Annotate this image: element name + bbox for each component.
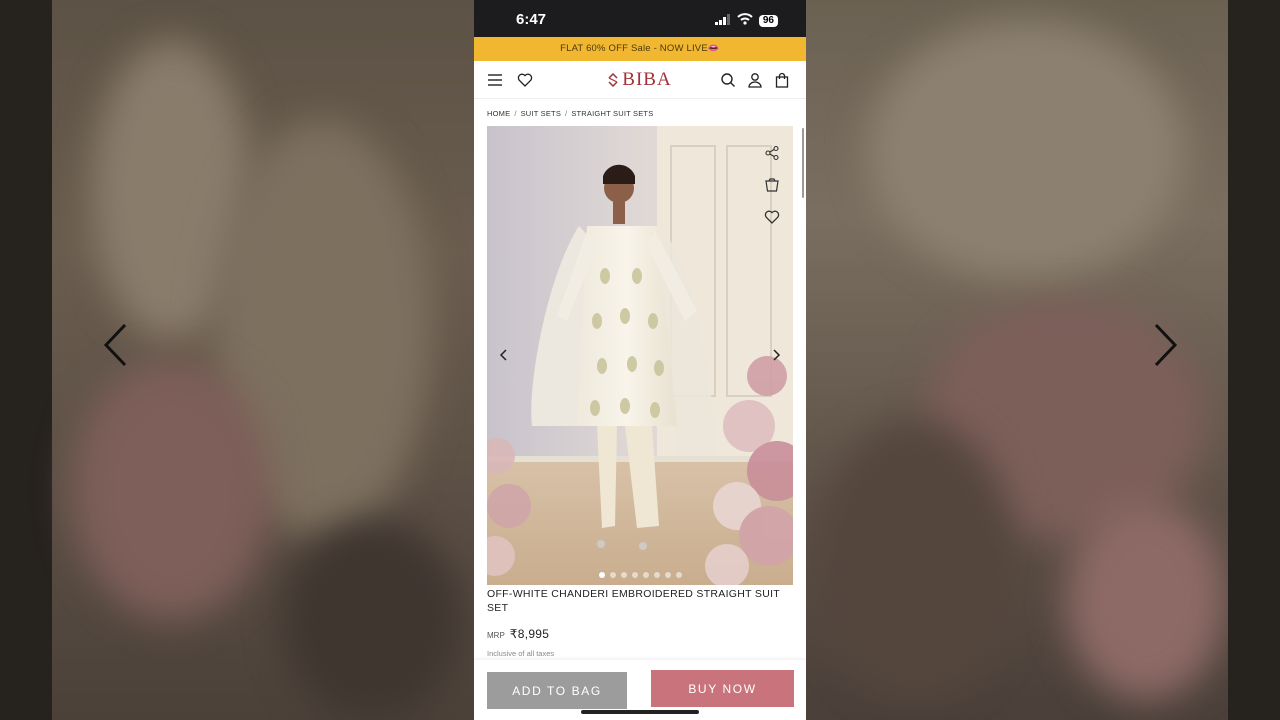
action-bar: ADD TO BAG BUY NOW [474, 660, 806, 720]
carousel-dot[interactable] [631, 572, 638, 578]
user-icon[interactable] [746, 71, 763, 88]
carousel-dot[interactable] [642, 572, 649, 578]
tax-note: Inclusive of all taxes [487, 649, 555, 658]
wardrobe-icon[interactable] [763, 176, 781, 194]
breadcrumb-separator: / [565, 109, 568, 118]
product-price: ₹8,995 [509, 627, 550, 641]
signal-icon [714, 12, 731, 30]
share-icon[interactable] [763, 144, 781, 162]
phone-screen: 6:47 96 FLAT 60% OFF Sale - NOW LIVE👄 BI… [474, 0, 806, 720]
carousel-dot[interactable] [653, 572, 660, 578]
bag-icon[interactable] [773, 71, 790, 88]
promo-banner[interactable]: FLAT 60% OFF Sale - NOW LIVE👄 [474, 37, 806, 61]
carousel-dot[interactable] [609, 572, 616, 578]
scroll-indicator[interactable] [802, 128, 804, 198]
breadcrumb-home[interactable]: HOME [487, 109, 510, 125]
menu-icon[interactable] [486, 71, 503, 88]
search-icon[interactable] [719, 71, 736, 88]
chevron-left-icon[interactable] [497, 348, 511, 362]
product-photo [487, 126, 793, 585]
brand-logo[interactable]: BIBA [608, 69, 671, 91]
product-title: OFF-WHITE CHANDERI EMBROIDERED STRAIGHT … [487, 588, 780, 614]
price-row: MRP ₹8,995 [487, 627, 549, 641]
carousel-dot[interactable] [598, 572, 605, 578]
background-edge-left [0, 0, 52, 720]
status-time: 6:47 [516, 11, 547, 28]
brand-mark-icon [608, 73, 618, 87]
mrp-label: MRP [487, 631, 505, 640]
breadcrumb: HOME / SUIT SETS / STRAIGHT SUIT SETS [474, 99, 806, 125]
product-image-carousel[interactable] [487, 126, 793, 585]
status-icons: 96 [714, 12, 778, 30]
heart-icon[interactable] [516, 71, 533, 88]
breadcrumb-suit-sets[interactable]: SUIT SETS [521, 109, 561, 125]
chevron-right-icon[interactable] [769, 348, 783, 362]
background-edge-right [1228, 0, 1280, 720]
chevron-left-icon [102, 322, 128, 368]
carousel-dots [487, 572, 793, 578]
site-header: BIBA [474, 61, 806, 99]
brand-name: BIBA [622, 69, 672, 90]
carousel-dot[interactable] [620, 572, 627, 578]
breadcrumb-separator: / [514, 109, 517, 118]
carousel-dot[interactable] [664, 572, 671, 578]
battery-indicator: 96 [758, 15, 778, 27]
add-to-bag-button[interactable]: ADD TO BAG [487, 672, 627, 709]
buy-now-button[interactable]: BUY NOW [651, 670, 794, 707]
wifi-icon [737, 12, 753, 30]
carousel-dot[interactable] [675, 572, 682, 578]
home-indicator[interactable] [581, 710, 699, 714]
breadcrumb-straight-suit-sets[interactable]: STRAIGHT SUIT SETS [571, 109, 653, 125]
wishlist-icon[interactable] [763, 208, 781, 226]
chevron-right-icon [1153, 322, 1179, 368]
status-bar: 6:47 96 [474, 0, 806, 37]
